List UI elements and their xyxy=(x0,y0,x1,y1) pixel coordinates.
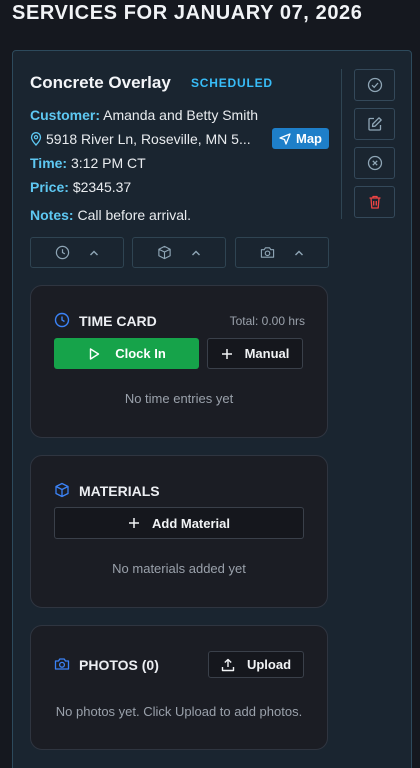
toggle-time-card[interactable] xyxy=(30,237,124,268)
manual-label: Manual xyxy=(244,346,290,361)
play-icon xyxy=(90,347,100,360)
notes-value: Call before arrival. xyxy=(77,207,192,223)
add-material-button[interactable]: Add Material xyxy=(54,507,304,539)
edit-icon xyxy=(367,117,382,131)
price-row: Price: $2345.37 xyxy=(30,179,131,195)
customer-name: Amanda and Betty Smith xyxy=(103,107,259,123)
time-value: 3:12 PM CT xyxy=(70,155,146,171)
map-button-label: Map xyxy=(296,131,322,146)
price-label: Price: xyxy=(30,179,69,195)
chevron-up-icon xyxy=(89,250,98,255)
upload-button[interactable]: Upload xyxy=(208,651,304,678)
materials-empty-message: No materials added yet xyxy=(112,561,246,576)
address-text: 5918 River Ln, Roseville, MN 5... xyxy=(46,131,251,147)
chevron-up-icon xyxy=(191,250,200,255)
plus-icon xyxy=(221,348,232,359)
address-row: 5918 River Ln, Roseville, MN 5... xyxy=(30,131,251,147)
chevron-up-icon xyxy=(294,250,303,255)
time-empty-message: No time entries yet xyxy=(124,391,234,406)
clock-in-label: Clock In xyxy=(115,346,166,361)
time-label: Time: xyxy=(30,155,68,171)
time-total: Total: 0.00 hrs xyxy=(229,314,305,328)
photos-empty-message: No photos yet. Click Upload to add photo… xyxy=(55,704,303,719)
materials-panel: MATERIALS Add Material No materials adde… xyxy=(30,455,328,608)
time-card-title: TIME CARD xyxy=(79,313,157,329)
navigation-icon xyxy=(279,132,291,145)
job-title: Concrete Overlay xyxy=(30,73,171,92)
clock-icon xyxy=(55,245,69,260)
time-row: Time: 3:12 PM CT xyxy=(30,155,146,171)
trash-icon xyxy=(369,195,380,209)
cancel-button[interactable] xyxy=(354,147,395,179)
materials-title: MATERIALS xyxy=(79,483,160,499)
toggle-photos[interactable] xyxy=(235,237,329,268)
side-divider xyxy=(341,69,342,219)
box-icon xyxy=(157,245,171,260)
camera-icon xyxy=(260,247,274,258)
add-material-label: Add Material xyxy=(151,515,230,531)
delete-button[interactable] xyxy=(354,186,395,218)
box-icon xyxy=(55,482,69,498)
upload-icon xyxy=(221,658,235,671)
location-pin-icon xyxy=(30,132,42,146)
clock-in-button[interactable]: Clock In xyxy=(54,338,199,369)
notes-row: Notes: Call before arrival. xyxy=(30,207,191,223)
upload-label: Upload xyxy=(246,657,292,672)
time-card-panel: TIME CARD Total: 0.00 hrs Clock In Manua… xyxy=(30,285,328,438)
page-heading: SERVICES FOR JANUARY 07, 2026 xyxy=(12,2,363,24)
photos-title: PHOTOS (0) xyxy=(79,657,159,673)
edit-button[interactable] xyxy=(354,108,395,140)
check-circle-icon xyxy=(367,77,382,93)
complete-button[interactable] xyxy=(354,69,395,101)
manual-entry-button[interactable]: Manual xyxy=(207,338,303,369)
customer-label: Customer: xyxy=(30,107,101,123)
status-badge: SCHEDULED xyxy=(191,76,273,90)
price-value: $2345.37 xyxy=(72,179,132,195)
customer-row: Customer: Amanda and Betty Smith xyxy=(30,107,258,123)
plus-icon xyxy=(128,518,139,528)
clock-icon xyxy=(54,312,70,328)
camera-icon xyxy=(54,658,70,670)
map-button[interactable]: Map xyxy=(272,128,329,149)
photos-panel: PHOTOS (0) Upload No photos yet. Click U… xyxy=(30,625,328,750)
job-card: Concrete Overlay SCHEDULED Customer: Ama… xyxy=(12,50,412,768)
toggle-materials[interactable] xyxy=(132,237,226,268)
notes-label: Notes: xyxy=(30,207,74,223)
cancel-circle-icon xyxy=(367,155,382,171)
